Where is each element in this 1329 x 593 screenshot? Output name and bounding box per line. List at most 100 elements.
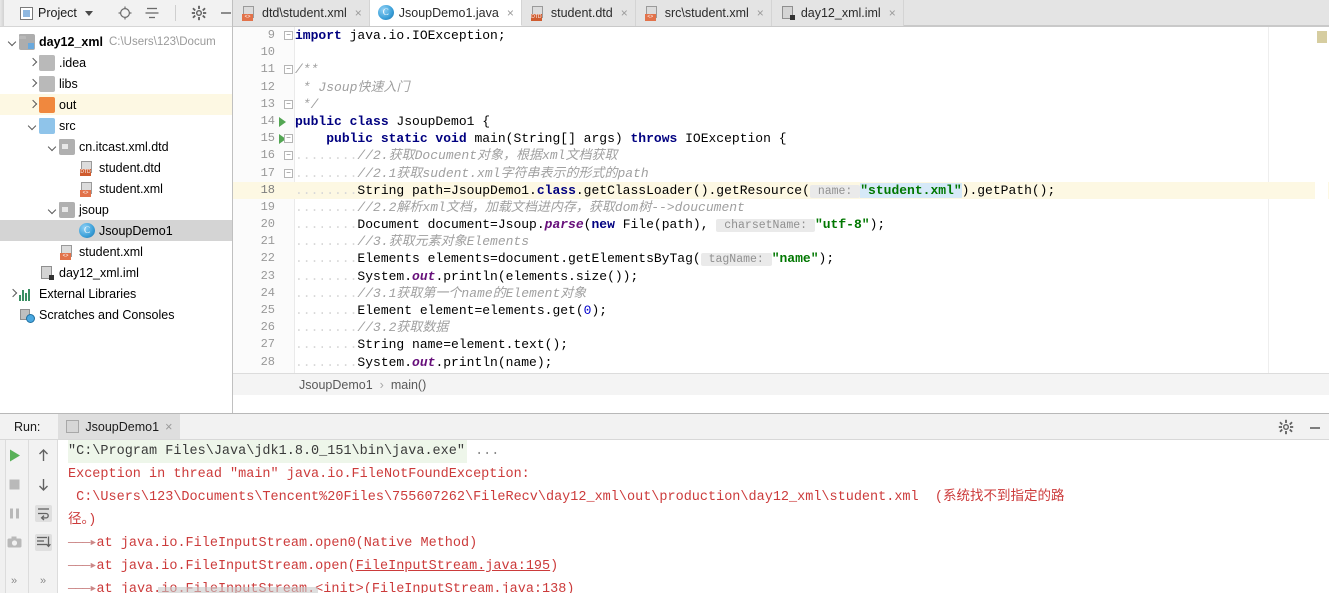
code-line[interactable]: 16− ........//2.获取Document对象，根据xml文档获取 — [233, 147, 1329, 164]
chevron-down-icon[interactable] — [84, 10, 93, 16]
code-line[interactable]: 18 ........String path=JsoupDemo1.class.g… — [233, 181, 1329, 199]
tree-item-student-dtd[interactable]: DTD student.dtd — [0, 157, 232, 178]
tree-item-libs[interactable]: libs — [0, 73, 232, 94]
close-icon[interactable]: × — [165, 420, 172, 434]
console-output[interactable]: "C:\Program Files\Java\jdk1.8.0_151\bin\… — [58, 440, 1329, 593]
screenshot-icon[interactable] — [6, 534, 23, 551]
code-lines[interactable]: 9− import java.io.IOException; 10 11−/** 12 … — [233, 27, 1329, 395]
code-line[interactable]: 20 ........Document document=Jsoup.parse(… — [233, 216, 1329, 233]
tree-item-idea[interactable]: .idea — [0, 52, 232, 73]
down-arrow-icon[interactable] — [35, 476, 52, 493]
tree-item-day12-xml[interactable]: day12_xml C:\Users\123\Docum — [0, 31, 232, 52]
up-arrow-icon[interactable] — [35, 447, 52, 464]
line-number: 20 — [260, 217, 275, 232]
tree-item-jsoup[interactable]: jsoup — [0, 199, 232, 220]
code-line[interactable]: 11−/** — [233, 61, 1329, 78]
code-line[interactable]: 23 ........System.out.println(elements.si… — [233, 268, 1329, 285]
code-line[interactable]: 27 ........String name=element.text(); — [233, 336, 1329, 353]
console-source-link[interactable]: FileInputStream.java:138 — [372, 582, 566, 593]
tree-item-out[interactable]: out — [0, 94, 232, 115]
breadcrumb[interactable]: JsoupDemo1 › main() — [233, 373, 1329, 395]
more-actions-icon[interactable]: » — [40, 575, 46, 587]
rerun-icon[interactable] — [6, 447, 23, 464]
editor-tab-day12-xml-iml[interactable]: day12_xml.iml × — [771, 0, 904, 26]
editor-tab-student-dtd[interactable]: DTD student.dtd × — [521, 0, 636, 26]
breadcrumb-method[interactable]: main() — [391, 378, 426, 392]
project-tree[interactable]: day12_xml C:\Users\123\Docum .idea libs out s… — [0, 27, 232, 413]
close-icon[interactable]: × — [621, 6, 628, 20]
chevron-right-icon[interactable] — [26, 77, 39, 90]
settings-icon[interactable] — [1278, 419, 1294, 435]
fold-minus-icon[interactable]: − — [284, 31, 293, 40]
chevron-down-icon[interactable] — [46, 140, 59, 153]
line-number: 17 — [260, 165, 275, 180]
code-line[interactable]: 14 public class JsoupDemo1 { — [233, 113, 1329, 130]
collapse-all-icon[interactable] — [144, 5, 160, 21]
run-gutter-icon[interactable] — [279, 116, 286, 127]
tree-item-day12-xml-iml[interactable]: day12_xml.iml — [0, 262, 232, 283]
fold-minus-icon[interactable]: − — [284, 168, 293, 178]
code-line[interactable]: 19 ........//2.2解析xml文档，加载文档进内存，获取dom树-->… — [233, 199, 1329, 216]
code-line[interactable]: 12 * Jsoup快速入门 — [233, 79, 1329, 96]
hide-icon[interactable] — [218, 5, 234, 21]
settings-icon[interactable] — [191, 5, 207, 21]
chevron-down-icon[interactable] — [46, 203, 59, 216]
editor-tab-src-student-xml[interactable]: <> src\student.xml × — [635, 0, 772, 26]
scroll-to-end-icon[interactable] — [34, 534, 52, 551]
code-line[interactable]: 21 ........//3.获取元素对象Elements — [233, 233, 1329, 250]
fold-minus-icon[interactable]: − — [284, 99, 293, 109]
soft-wrap-icon[interactable] — [34, 505, 52, 522]
code-line[interactable]: 28 ........System.out.println(name); — [233, 354, 1329, 371]
line-number: 21 — [260, 234, 275, 249]
tree-item-jsoupdemo1[interactable]: C JsoupDemo1 — [0, 220, 232, 241]
more-actions-icon[interactable]: » — [11, 575, 17, 587]
run-configuration-tab[interactable]: JsoupDemo1 × — [58, 414, 181, 439]
stack-fold-indicator: ———▸ — [68, 582, 97, 593]
tree-item-label: JsoupDemo1 — [99, 223, 173, 238]
breadcrumb-class[interactable]: JsoupDemo1 — [299, 378, 373, 392]
editor-tab-jsoupdemo1-java[interactable]: C JsoupDemo1.java × — [369, 0, 522, 26]
fold-minus-icon[interactable]: − — [284, 151, 293, 161]
run-label: Run: — [14, 419, 41, 434]
console-command-ellipsis: ... — [466, 444, 500, 459]
code-line[interactable]: 22 ........Elements elements=document.get… — [233, 250, 1329, 267]
out-folder-icon — [39, 96, 55, 113]
project-title-button[interactable]: Project — [20, 6, 93, 20]
code-line[interactable]: 15− public static void main(String[] arg… — [233, 130, 1329, 147]
close-icon[interactable]: × — [355, 6, 362, 20]
code-line[interactable]: 25 ........Element element=elements.get(0… — [233, 302, 1329, 319]
tree-item-student-xml[interactable]: <> student.xml — [0, 178, 232, 199]
editor-tab-dtd-student-xml[interactable]: <> dtd\student.xml × — [233, 0, 370, 26]
code-editor[interactable]: 9− import java.io.IOException; 10 11−/** 12 … — [233, 27, 1329, 395]
close-icon[interactable]: × — [757, 6, 764, 20]
chevron-right-icon[interactable] — [26, 56, 39, 69]
chevron-down-icon[interactable] — [26, 119, 39, 132]
fold-minus-icon[interactable]: − — [284, 134, 293, 144]
chevron-down-icon[interactable] — [6, 35, 19, 48]
code-line[interactable]: 26 ........//3.2获取数据 — [233, 319, 1329, 336]
console-horizontal-scrollbar[interactable] — [158, 587, 318, 593]
console-source-link[interactable]: FileInputStream.java:195 — [356, 559, 550, 574]
fold-minus-icon[interactable]: − — [284, 65, 293, 75]
code-line[interactable]: 24 ........//3.1获取第一个name的Element对象 — [233, 285, 1329, 302]
tree-item-cn-itcast-xml-dtd[interactable]: cn.itcast.xml.dtd — [0, 136, 232, 157]
chevron-right-icon[interactable] — [26, 98, 39, 111]
code-line[interactable]: 9− import java.io.IOException; — [233, 27, 1329, 44]
tree-item-student-xml[interactable]: <> student.xml — [0, 241, 232, 262]
chevron-right-icon[interactable] — [6, 287, 19, 300]
line-number: 9 — [267, 28, 275, 42]
code-line[interactable]: 17− ........//2.1获取sudent.xml字符串表示的形式的pat… — [233, 165, 1329, 182]
tree-item-scratches-and-consoles[interactable]: Scratches and Consoles — [0, 304, 232, 325]
locate-icon[interactable] — [117, 5, 133, 21]
close-icon[interactable]: × — [507, 6, 514, 20]
hide-icon[interactable] — [1307, 419, 1323, 435]
tree-item-src[interactable]: src — [0, 115, 232, 136]
code-line[interactable]: 13− */ — [233, 96, 1329, 113]
editor-scrollbar[interactable] — [1315, 27, 1328, 395]
tree-item-external-libraries[interactable]: External Libraries — [0, 283, 232, 304]
close-icon[interactable]: × — [889, 6, 896, 20]
code-line[interactable]: 10 — [233, 44, 1329, 61]
pause-icon[interactable] — [6, 505, 23, 522]
stop-icon[interactable] — [6, 476, 23, 493]
console-stack-text: at java.io.FileInputStream.open0(Native … — [96, 536, 478, 551]
